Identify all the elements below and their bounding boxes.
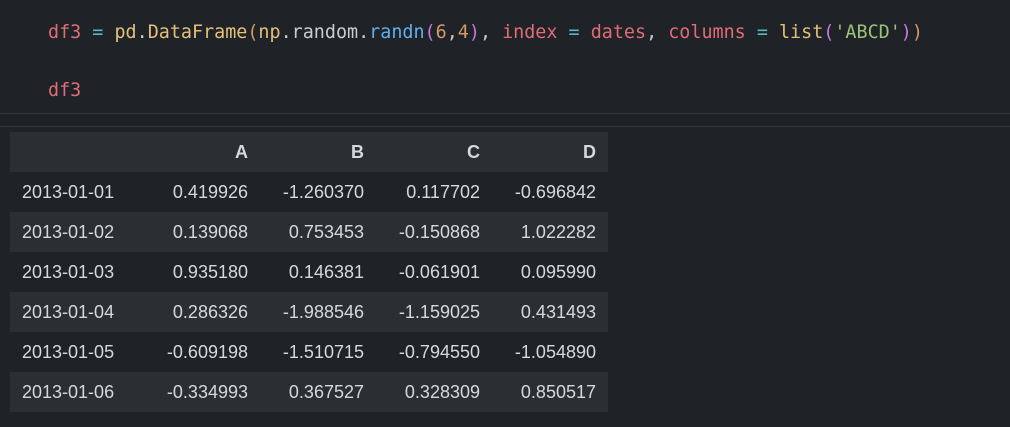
- table-header-row: A B C D: [10, 132, 608, 172]
- table-row: 2013-01-03 0.935180 0.146381 -0.061901 0…: [10, 252, 608, 292]
- row-index-label: 2013-01-02: [22, 221, 115, 242]
- table-row: 2013-01-01 0.419926 -1.260370 0.117702 -…: [10, 172, 608, 212]
- code-token: ,: [646, 22, 669, 43]
- table-cell: 0.753453: [288, 221, 364, 242]
- row-index-label: 2013-01-06: [22, 381, 115, 402]
- code-token: =: [756, 22, 768, 43]
- table-cell: -0.794550: [398, 341, 480, 362]
- table-row: 2013-01-04 0.286326 -1.988546 -1.159025 …: [10, 292, 608, 332]
- code-token: dates: [590, 22, 647, 43]
- code-token: df3: [48, 80, 82, 101]
- table-cell: -0.150868: [398, 221, 480, 242]
- column-header: B: [260, 132, 376, 172]
- code-token: ): [900, 22, 912, 43]
- code-token: np: [258, 22, 281, 43]
- code-token: pd: [114, 22, 137, 43]
- code-editor[interactable]: df3 = pd.DataFrame(np.random.randn(6,4),…: [48, 18, 923, 105]
- code-token: .: [280, 22, 292, 43]
- table-row: 2013-01-02 0.139068 0.753453 -0.150868 1…: [10, 212, 608, 252]
- row-index-label: 2013-01-05: [22, 341, 115, 362]
- index-header: [10, 132, 144, 172]
- code-token: ,: [446, 22, 458, 43]
- code-line: df3 = pd.DataFrame(np.random.randn(6,4),…: [48, 18, 923, 47]
- table-cell: -0.696842: [514, 181, 596, 202]
- table-cell: -1.988546: [282, 301, 364, 322]
- table-cell: 0.286326: [172, 301, 248, 322]
- code-token: 6: [435, 22, 447, 43]
- table-cell: -0.609198: [166, 341, 248, 362]
- code-token: (: [247, 22, 259, 43]
- row-index-label: 2013-01-04: [22, 301, 115, 322]
- table-cell: 0.935180: [172, 261, 248, 282]
- code-token: (: [424, 22, 436, 43]
- table-row: 2013-01-05 -0.609198 -1.510715 -0.794550…: [10, 332, 608, 372]
- table-cell: -1.510715: [282, 341, 364, 362]
- table-cell: 0.095990: [520, 261, 596, 282]
- code-line: df3: [48, 76, 923, 105]
- column-header: A: [144, 132, 260, 172]
- table-cell: -1.054890: [514, 341, 596, 362]
- notebook-page: df3 = pd.DataFrame(np.random.randn(6,4),…: [0, 0, 1010, 427]
- code-token: ): [911, 22, 923, 43]
- table-row: 2013-01-06 -0.334993 0.367527 0.328309 0…: [10, 372, 608, 412]
- table-cell: -0.334993: [166, 381, 248, 402]
- code-token: .: [136, 22, 148, 43]
- column-header: D: [492, 132, 608, 172]
- row-index-label: 2013-01-03: [22, 261, 115, 282]
- table-cell: 0.367527: [288, 381, 364, 402]
- table-cell: 0.146381: [288, 261, 364, 282]
- output-cell: A B C D 2013-01-01 0.419926 -1.260370 0.…: [0, 126, 1010, 427]
- row-index-label: 2013-01-01: [22, 181, 115, 202]
- table-cell: 0.139068: [172, 221, 248, 242]
- column-header: C: [376, 132, 492, 172]
- code-cell[interactable]: df3 = pd.DataFrame(np.random.randn(6,4),…: [0, 0, 1010, 114]
- code-token: .: [358, 22, 370, 43]
- code-token: 'ABCD': [834, 22, 901, 43]
- code-token: random: [291, 22, 359, 43]
- table-cell: 0.117702: [406, 181, 480, 202]
- code-token: list: [778, 22, 824, 43]
- table-cell: 0.419926: [172, 181, 248, 202]
- table-cell: 0.328309: [404, 381, 480, 402]
- code-token: ): [468, 22, 480, 43]
- code-token: columns: [668, 22, 746, 43]
- dataframe-table: A B C D 2013-01-01 0.419926 -1.260370 0.…: [10, 132, 608, 412]
- code-token: df3: [48, 22, 82, 43]
- code-token: index: [502, 22, 558, 43]
- code-token: =: [92, 22, 104, 43]
- table-cell: 1.022282: [520, 221, 596, 242]
- code-token: (: [823, 22, 835, 43]
- code-token: DataFrame: [147, 22, 248, 43]
- code-token: 4: [457, 22, 469, 43]
- code-token: ,: [479, 22, 503, 43]
- table-cell: -1.159025: [398, 301, 480, 322]
- code-token: =: [568, 22, 580, 43]
- table-cell: 0.431493: [520, 301, 596, 322]
- table-cell: -0.061901: [398, 261, 480, 282]
- table-cell: -1.260370: [282, 181, 364, 202]
- code-token: randn: [369, 22, 425, 43]
- table-cell: 0.850517: [520, 381, 596, 402]
